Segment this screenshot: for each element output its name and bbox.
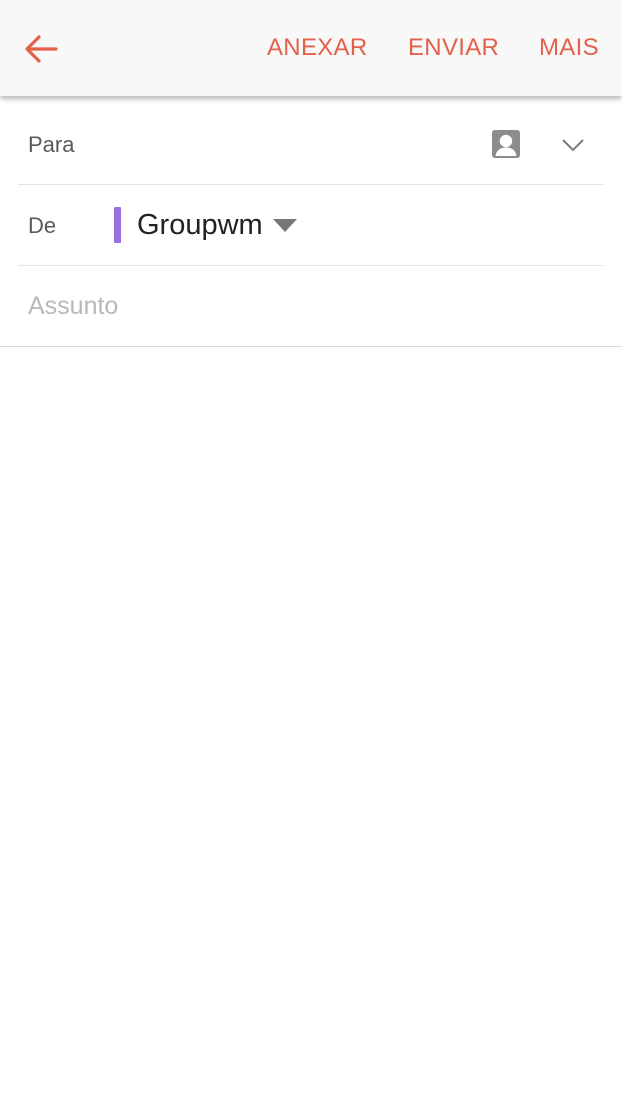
caret-down-icon	[272, 218, 297, 232]
account-color-bar	[114, 207, 121, 243]
contact-picker-button[interactable]	[490, 128, 522, 160]
from-label: De	[28, 213, 57, 238]
arrow-left-icon	[25, 35, 58, 63]
attach-button[interactable]: ANEXAR	[267, 34, 368, 62]
to-label: Para	[28, 132, 75, 157]
from-account-dropdown[interactable]: Groupwm	[137, 205, 297, 245]
to-row[interactable]: Para	[18, 104, 604, 185]
back-button[interactable]	[22, 30, 60, 68]
message-body[interactable]	[0, 346, 622, 1105]
subject-input[interactable]	[28, 266, 598, 346]
expand-recipients-button[interactable]	[560, 132, 586, 158]
compose-form: Para De Groupwm	[0, 104, 622, 347]
top-toolbar: ANEXAR ENVIAR MAIS	[0, 0, 622, 96]
chevron-down-icon	[562, 139, 584, 152]
send-button[interactable]: ENVIAR	[408, 34, 499, 62]
more-button[interactable]: MAIS	[539, 34, 599, 62]
subject-row	[0, 266, 622, 347]
from-row: De Groupwm	[18, 185, 604, 266]
contact-icon	[492, 130, 520, 158]
from-account-name: Groupwm	[137, 208, 263, 241]
